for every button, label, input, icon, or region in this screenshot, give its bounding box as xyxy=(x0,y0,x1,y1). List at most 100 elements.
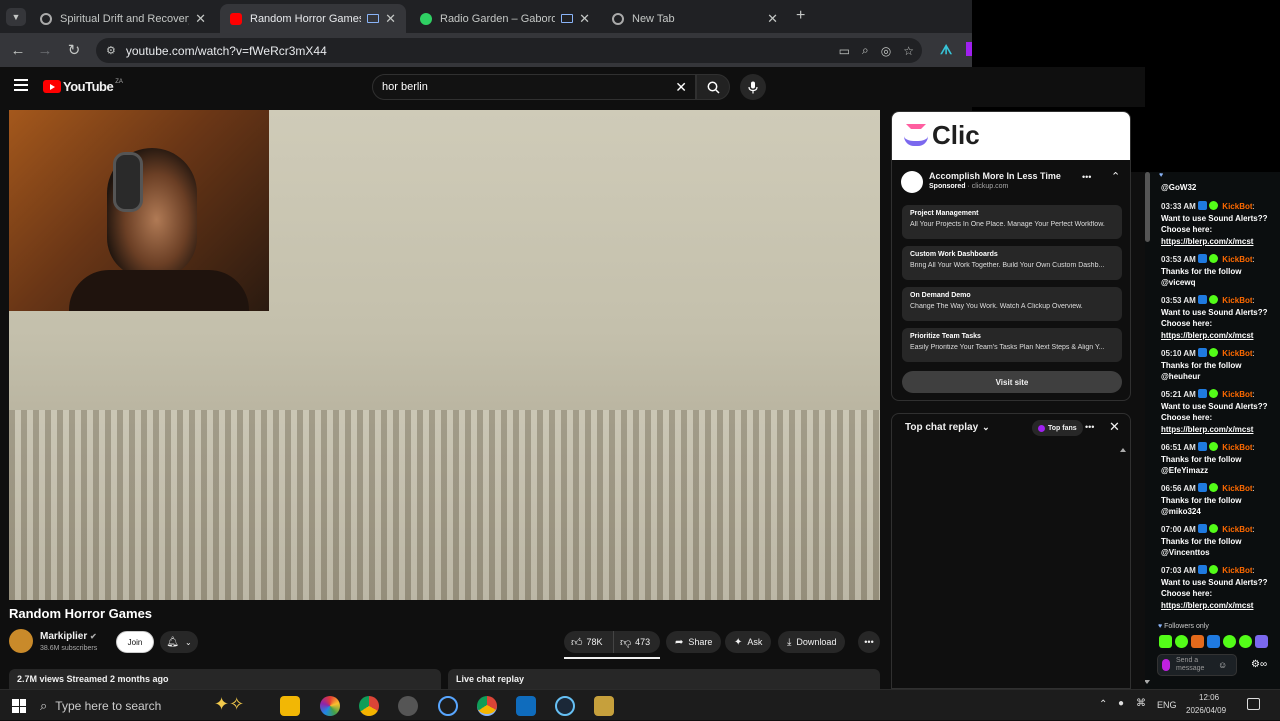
chrome-icon[interactable] xyxy=(359,696,379,716)
youtube-logo[interactable]: YouTube ZA xyxy=(43,79,123,94)
clock-date[interactable]: 2026/04/09 xyxy=(1186,706,1226,715)
ad-banner-brand-text: Clic xyxy=(932,120,980,150)
message-link[interactable]: https://blerp.com/x/mcst xyxy=(1161,237,1253,246)
ad-title[interactable]: Accomplish More In Less Time xyxy=(929,171,1061,181)
ad-sitelink[interactable]: On Demand Demo Change The Way You Work. … xyxy=(902,287,1122,321)
emote-icon[interactable] xyxy=(1191,635,1204,648)
visit-site-button[interactable]: Visit site xyxy=(902,371,1122,393)
snipping-tool-icon[interactable] xyxy=(438,696,458,716)
chat-menu-icon[interactable]: ••• xyxy=(1085,422,1094,432)
search-input[interactable]: hor berlin ✕ xyxy=(372,74,696,100)
video-floor-scene xyxy=(9,410,880,600)
browser-tab[interactable]: New Tab ✕ xyxy=(602,4,788,33)
steam-icon[interactable] xyxy=(555,696,575,716)
chrome-profile-icon[interactable] xyxy=(477,696,497,716)
notifications-icon[interactable] xyxy=(1247,698,1260,710)
tab-search-dropdown[interactable]: ▼ xyxy=(6,8,26,26)
message-link[interactable]: https://blerp.com/x/mcst xyxy=(1161,425,1253,434)
download-button[interactable]: ⤓ Download xyxy=(778,631,846,653)
reload-button[interactable]: ↻ xyxy=(61,33,87,67)
top-fans-chip[interactable]: Top fans xyxy=(1032,420,1083,436)
browser-tab[interactable]: Radio Garden – Gaborone ✕ xyxy=(410,4,600,33)
bookmark-star-icon[interactable]: ☆ xyxy=(903,44,914,58)
join-button[interactable]: Join xyxy=(116,631,154,653)
channel-name[interactable]: Markiplier ✔ xyxy=(40,631,97,642)
site-info-icon[interactable]: ⚙ xyxy=(106,44,116,57)
emote-icon[interactable] xyxy=(1159,635,1172,648)
dislike-button[interactable]: 👎︎ 473 xyxy=(614,636,650,649)
app-icon[interactable] xyxy=(398,696,418,716)
message-link[interactable]: https://blerp.com/x/mcst xyxy=(1161,331,1253,340)
verified-bot-badge-icon xyxy=(1209,348,1219,357)
zoom-icon[interactable]: ⌕ xyxy=(862,43,869,58)
taskbar-search-placeholder: Type here to search xyxy=(55,698,162,713)
forward-button[interactable]: → xyxy=(32,33,58,67)
collapse-chevron-icon[interactable]: ⌃ xyxy=(1111,170,1120,183)
emote-icon[interactable] xyxy=(1255,635,1268,648)
ad-banner[interactable]: Clic xyxy=(892,112,1130,160)
clock-time[interactable]: 12:06 xyxy=(1199,693,1219,702)
channel-avatar[interactable] xyxy=(9,629,33,653)
emoji-icon[interactable]: ☺ xyxy=(1218,660,1227,670)
file-explorer-icon[interactable] xyxy=(280,696,300,716)
microphone-icon[interactable] xyxy=(1162,659,1170,671)
ad-sitelink[interactable]: Project Management All Your Projects In … xyxy=(902,205,1122,239)
extension-icon[interactable]: ᗑ xyxy=(940,42,954,57)
tab-close-icon[interactable]: ✕ xyxy=(385,11,396,27)
clear-search-icon[interactable]: ✕ xyxy=(675,79,687,96)
moderator-badge-icon xyxy=(1198,483,1208,492)
chat-scroll-up-icon[interactable] xyxy=(1120,448,1126,452)
game-icon[interactable] xyxy=(594,696,614,716)
cast-icon[interactable]: ▭ xyxy=(839,44,850,58)
subscribe-bell-button[interactable]: 🔔︎ ⌄ xyxy=(160,631,198,653)
emote-icon[interactable] xyxy=(1207,635,1220,648)
chat-settings-icon[interactable]: ⚙∞ xyxy=(1251,659,1267,670)
ask-button[interactable]: ✦ Ask xyxy=(725,631,772,653)
message-link[interactable]: https://blerp.com/x/mcst xyxy=(1161,601,1253,610)
outlook-icon[interactable] xyxy=(516,696,536,716)
ad-sitelink[interactable]: Custom Work Dashboards Bring All Your Wo… xyxy=(902,246,1122,280)
send-message-input[interactable]: Send a message ☺ xyxy=(1157,654,1237,676)
emote-icon[interactable] xyxy=(1239,635,1252,648)
tab-close-icon[interactable]: ✕ xyxy=(579,11,590,27)
bot-username: KickBot xyxy=(1222,296,1253,305)
photos-icon[interactable] xyxy=(320,696,340,716)
eye-off-icon[interactable]: ◎ xyxy=(881,44,891,58)
advertiser-avatar[interactable] xyxy=(901,171,923,193)
more-actions-button[interactable]: ••• xyxy=(858,631,880,653)
share-button[interactable]: ➦ Share xyxy=(666,631,722,653)
browser-tab[interactable]: Spiritual Drift and Recovery ✕ xyxy=(30,4,216,33)
input-language[interactable]: ENG xyxy=(1157,700,1177,710)
new-tab-button[interactable]: + xyxy=(796,7,805,25)
ad-sitelink[interactable]: Prioritize Team Tasks Easily Prioritize … xyxy=(902,328,1122,362)
chat-mode-dropdown[interactable]: Top chat replay ⌄ xyxy=(905,422,990,433)
emote-icon[interactable] xyxy=(1223,635,1236,648)
menu-icon[interactable] xyxy=(14,79,28,91)
thumbs-up-icon: 👍︎ xyxy=(571,636,583,649)
dislike-count: 473 xyxy=(635,637,651,647)
verified-bot-badge-icon xyxy=(1209,201,1219,210)
windows-start-icon[interactable] xyxy=(12,699,26,713)
network-icon[interactable]: ⌘ xyxy=(1136,698,1146,709)
like-button[interactable]: 👍︎ 78K xyxy=(564,631,614,653)
tab-close-icon[interactable]: ✕ xyxy=(767,11,778,27)
kick-scroll-down-icon[interactable] xyxy=(1145,680,1150,684)
kick-scrollbar[interactable] xyxy=(1145,172,1150,242)
description-box[interactable]: 2.7M views Streamed 2 months ago xyxy=(9,669,441,689)
voice-search-button[interactable] xyxy=(740,74,766,100)
live-chat-replay-header[interactable]: Live chat replay xyxy=(448,669,880,689)
tray-mic-icon[interactable]: ● xyxy=(1118,698,1124,709)
address-bar[interactable]: ⚙ youtube.com/watch?v=fWeRcr3mX44 ▭ ⌕ ◎ … xyxy=(96,38,922,63)
browser-tab-active[interactable]: Random Horror Games - Yo ✕ xyxy=(220,4,406,33)
message-time: 03:53 AM xyxy=(1161,255,1196,264)
close-chat-icon[interactable]: ✕ xyxy=(1109,419,1120,435)
ad-menu-icon[interactable]: ••• xyxy=(1082,172,1091,182)
video-player[interactable] xyxy=(9,110,880,600)
back-button[interactable]: ← xyxy=(5,33,31,67)
tab-close-icon[interactable]: ✕ xyxy=(195,11,206,27)
copilot-sparkle-icon[interactable]: ✦✧ xyxy=(214,694,244,715)
emote-icon[interactable] xyxy=(1175,635,1188,648)
tray-chevron-icon[interactable]: ⌃ xyxy=(1099,699,1107,710)
radio-garden-favicon-icon xyxy=(420,12,432,25)
search-button[interactable] xyxy=(696,74,730,100)
